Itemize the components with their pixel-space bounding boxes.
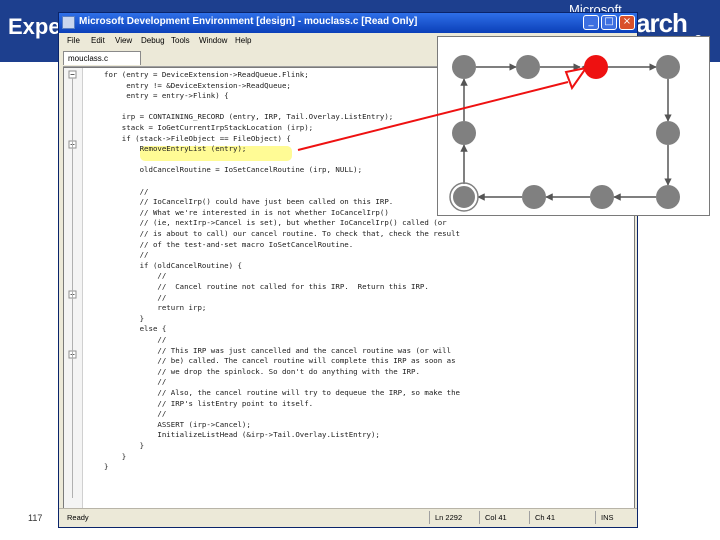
status-line: Ln 2292 xyxy=(435,513,463,522)
menu-help[interactable]: Help xyxy=(235,36,251,45)
code-line: } xyxy=(104,462,109,472)
queue-node xyxy=(452,121,476,145)
code-line: ASSERT (irp->Cancel); xyxy=(104,419,251,429)
code-line: InitializeListHead (&irp->Tail.Overlay.L… xyxy=(104,430,380,440)
code-line: for (entry = DeviceExtension->ReadQueue.… xyxy=(104,70,309,79)
code-line: if (stack->FileObject == FileObject) { xyxy=(104,133,291,143)
status-divider xyxy=(529,511,530,524)
code-line: } xyxy=(104,313,145,323)
code-line: oldCancelRoutine = IoSetCancelRoutine (i… xyxy=(104,165,363,175)
menu-window[interactable]: Window xyxy=(199,36,227,45)
status-ch: Ch 41 xyxy=(535,513,556,522)
status-divider xyxy=(479,511,480,524)
queue-node xyxy=(656,185,680,209)
code-line: // IRP's listEntry point to itself. xyxy=(104,398,314,408)
window-title: Microsoft Development Environment [desig… xyxy=(79,16,418,27)
slide-number: 117 xyxy=(28,513,43,523)
code-line: // (ie, nextIrp->Cancel is set), but whe… xyxy=(104,218,447,228)
code-line: RemoveEntryList (entry); xyxy=(104,144,247,154)
code-line: entry != &DeviceExtension->ReadQueue; xyxy=(104,80,291,90)
status-bar: Ready Ln 2292 Col 41 Ch 41 INS xyxy=(59,508,637,527)
status-ready: Ready xyxy=(67,513,89,522)
code-line: // xyxy=(104,292,167,302)
brand-research: arch xyxy=(636,8,688,38)
menu-debug[interactable]: Debug xyxy=(141,36,165,45)
code-line: // of the test-and-set macro IoSetCancel… xyxy=(104,239,354,249)
list-head-node xyxy=(451,184,477,210)
queue-node xyxy=(656,55,680,79)
code-line: // This IRP was just cancelled and the c… xyxy=(104,345,452,355)
code-line: // xyxy=(104,409,167,419)
menu-file[interactable]: File xyxy=(67,36,80,45)
close-button[interactable]: × xyxy=(619,15,635,30)
window-titlebar[interactable]: Microsoft Development Environment [desig… xyxy=(59,13,637,33)
queue-node xyxy=(656,121,680,145)
code-line: stack = IoGetCurrentIrpStackLocation (ir… xyxy=(104,123,314,132)
code-line: // xyxy=(104,250,149,260)
status-divider xyxy=(595,511,596,524)
code-line: else { xyxy=(104,324,167,334)
highlighted-node xyxy=(584,55,608,79)
code-line: // IoCancelIrp() could have just been ca… xyxy=(104,197,394,207)
queue-node xyxy=(522,185,546,209)
status-ins: INS xyxy=(601,513,614,522)
tab-mouclass[interactable]: mouclass.c xyxy=(63,51,141,65)
code-line: // Also, the cancel routine will try to … xyxy=(104,388,460,397)
outline-markers xyxy=(68,70,77,498)
code-line: // xyxy=(104,271,167,281)
code-line: // Cancel routine not called for this IR… xyxy=(104,282,429,291)
status-divider xyxy=(429,511,430,524)
code-line: // be) called. The cancel routine will c… xyxy=(104,356,456,366)
code-line: // xyxy=(104,377,167,387)
code-line: } xyxy=(104,451,127,461)
slide-title: Expe xyxy=(8,14,61,39)
queue-node xyxy=(452,55,476,79)
code-line: // xyxy=(104,186,149,196)
menu-view[interactable]: View xyxy=(115,36,132,45)
code-line: // is about to call) our cancel routine.… xyxy=(104,229,460,238)
maximize-button[interactable]: □ xyxy=(601,15,617,30)
queue-diagram xyxy=(437,36,710,216)
queue-diagram-svg xyxy=(449,55,680,212)
status-col: Col 41 xyxy=(485,513,507,522)
menu-tools[interactable]: Tools xyxy=(171,36,190,45)
code-line: entry = entry->Flink) { xyxy=(104,91,229,101)
code-line: // xyxy=(104,335,167,344)
code-line: } xyxy=(104,441,145,450)
queue-node xyxy=(516,55,540,79)
menu-edit[interactable]: Edit xyxy=(91,36,105,45)
editor-gutter xyxy=(64,68,83,508)
queue-node xyxy=(590,185,614,209)
code-line: return irp; xyxy=(104,303,207,313)
app-icon xyxy=(62,16,75,29)
code-line: irp = CONTAINING_RECORD (entry, IRP, Tai… xyxy=(104,112,394,122)
minimize-button[interactable]: _ xyxy=(583,15,599,30)
code-line: // What we're interested in is not wheth… xyxy=(104,207,389,217)
code-line: if (oldCancelRoutine) { xyxy=(104,260,242,270)
code-line: // we drop the spinlock. So don't do any… xyxy=(104,366,420,376)
